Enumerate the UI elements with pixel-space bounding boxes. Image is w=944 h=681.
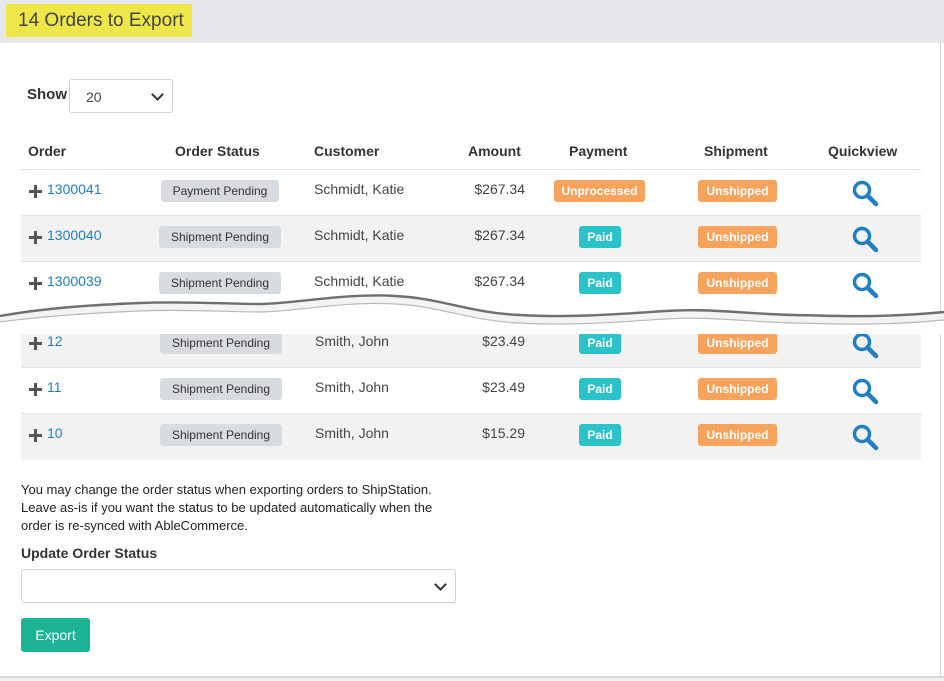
- export-button[interactable]: Export: [21, 618, 90, 652]
- panel-border-right: [940, 43, 941, 677]
- order-amount: $267.34: [474, 227, 525, 243]
- expand-plus-icon[interactable]: [29, 185, 42, 198]
- expand-plus-icon[interactable]: [29, 429, 42, 442]
- order-amount: $267.34: [474, 181, 525, 197]
- quickview-magnifier-icon[interactable]: [851, 377, 879, 405]
- order-number-link[interactable]: 1300039: [47, 273, 102, 289]
- customer-name: Smith, John: [315, 425, 389, 441]
- shipment-badge: Unshipped: [698, 226, 777, 248]
- order-number-link[interactable]: 1300040: [47, 227, 102, 243]
- order-amount: $23.49: [482, 379, 525, 395]
- quickview-magnifier-icon[interactable]: [851, 423, 879, 451]
- quickview-magnifier-icon[interactable]: [851, 225, 879, 253]
- torn-page-break: [0, 294, 944, 334]
- update-order-status-select[interactable]: [21, 569, 456, 603]
- payment-badge: Unprocessed: [554, 180, 645, 202]
- table-row: 1300041 Payment Pending Schmidt, Katie $…: [21, 170, 921, 216]
- order-amount: $23.49: [482, 333, 525, 349]
- order-amount: $267.34: [474, 273, 525, 289]
- order-status-badge: Shipment Pending: [160, 424, 282, 446]
- column-header-order: Order: [28, 143, 67, 159]
- page-size-select[interactable]: 20: [69, 79, 173, 113]
- payment-badge: Paid: [579, 424, 621, 446]
- column-header-order-status: Order Status: [175, 143, 260, 159]
- order-number-link[interactable]: 12: [47, 333, 63, 349]
- shipment-badge: Unshipped: [698, 378, 777, 400]
- header-bar: 14 Orders to Export: [0, 0, 944, 43]
- column-header-customer: Customer: [314, 143, 380, 159]
- expand-plus-icon[interactable]: [29, 383, 42, 396]
- customer-name: Schmidt, Katie: [314, 181, 405, 197]
- quickview-magnifier-icon[interactable]: [851, 179, 879, 207]
- order-status-badge: Payment Pending: [161, 180, 279, 202]
- quickview-magnifier-icon[interactable]: [851, 331, 879, 359]
- order-number-link[interactable]: 11: [47, 379, 62, 395]
- payment-badge: Paid: [579, 332, 621, 354]
- customer-name: Smith, John: [315, 333, 389, 349]
- order-amount: $15.29: [482, 425, 525, 441]
- shipment-badge: Unshipped: [698, 180, 777, 202]
- shipment-badge: Unshipped: [698, 332, 777, 354]
- order-status-badge: Shipment Pending: [160, 378, 282, 400]
- shipment-badge: Unshipped: [698, 424, 777, 446]
- update-order-status-label: Update Order Status: [21, 545, 158, 561]
- order-number-link[interactable]: 1300041: [47, 181, 102, 197]
- export-note: You may change the order status when exp…: [21, 482, 433, 533]
- column-header-amount: Amount: [468, 143, 521, 159]
- customer-name: Schmidt, Katie: [314, 273, 405, 289]
- chevron-down-icon: [151, 88, 164, 101]
- show-label: Show: [27, 86, 67, 103]
- payment-badge: Paid: [579, 226, 621, 248]
- expand-plus-icon[interactable]: [29, 337, 42, 350]
- column-header-shipment: Shipment: [704, 143, 768, 159]
- order-number-link[interactable]: 10: [47, 425, 63, 441]
- expand-plus-icon[interactable]: [29, 231, 42, 244]
- table-row: 1300040 Shipment Pending Schmidt, Katie …: [21, 216, 921, 262]
- chevron-down-icon: [434, 578, 447, 591]
- column-header-payment: Payment: [569, 143, 628, 159]
- customer-name: Schmidt, Katie: [314, 227, 405, 243]
- table-row: 11 Shipment Pending Smith, John $23.49 P…: [21, 368, 921, 414]
- payment-badge: Paid: [579, 378, 621, 400]
- table-row: 10 Shipment Pending Smith, John $15.29 P…: [21, 414, 921, 460]
- page-size-value: 20: [86, 89, 102, 105]
- order-status-badge: Shipment Pending: [160, 332, 282, 354]
- order-status-badge: Shipment Pending: [159, 226, 281, 248]
- page-title: 14 Orders to Export: [6, 4, 192, 37]
- customer-name: Smith, John: [315, 379, 389, 395]
- column-header-quickview: Quickview: [828, 143, 898, 159]
